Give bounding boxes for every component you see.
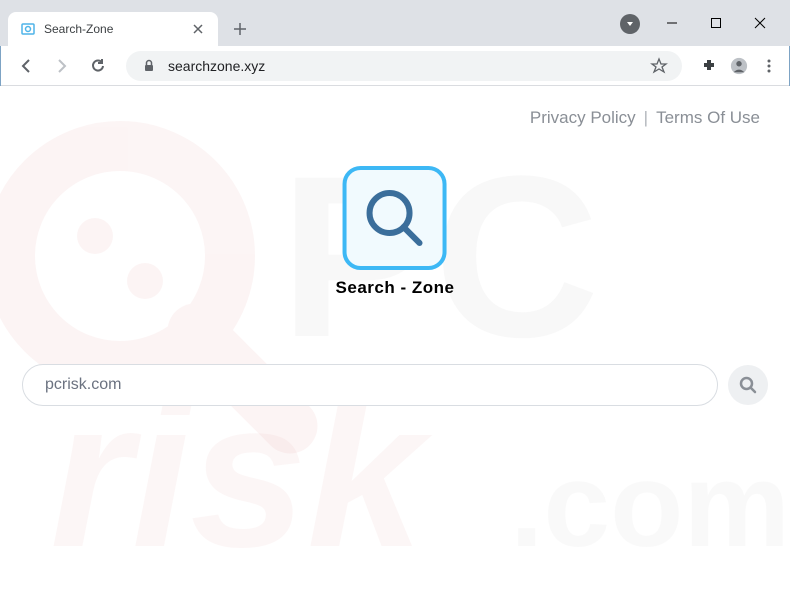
logo-box (343, 166, 447, 270)
privacy-link[interactable]: Privacy Policy (530, 108, 636, 128)
tab-favicon-icon (20, 21, 36, 37)
browser-tab[interactable]: Search-Zone (8, 12, 218, 46)
back-button[interactable] (12, 52, 40, 80)
window-maximize-icon[interactable] (706, 13, 726, 33)
url-text: searchzone.xyz (168, 58, 640, 74)
magnifier-icon (360, 183, 430, 253)
star-icon[interactable] (650, 57, 668, 75)
logo-title: Search - Zone (336, 278, 455, 298)
svg-text:.com: .com (510, 438, 790, 572)
site-logo: Search - Zone (336, 166, 455, 298)
profile-icon[interactable] (730, 57, 748, 75)
address-bar[interactable]: searchzone.xyz (126, 51, 682, 81)
window-titlebar: Search-Zone (0, 0, 790, 46)
link-divider: | (644, 108, 648, 128)
search-input[interactable] (22, 364, 718, 406)
lock-icon (140, 57, 158, 75)
terms-link[interactable]: Terms Of Use (656, 108, 760, 128)
extensions-icon[interactable] (700, 57, 718, 75)
tab-title: Search-Zone (44, 22, 182, 36)
search-icon (738, 375, 758, 395)
window-close-icon[interactable] (750, 13, 770, 33)
page-content: PC risk .com Privacy Policy | Terms Of U… (0, 86, 790, 589)
menu-icon[interactable] (760, 57, 778, 75)
tab-search-icon[interactable] (620, 14, 640, 34)
search-button[interactable] (728, 365, 768, 405)
browser-toolbar: searchzone.xyz (0, 46, 790, 86)
search-bar (22, 364, 768, 406)
watermark-icon: PC risk .com (0, 86, 790, 589)
window-minimize-icon[interactable] (662, 13, 682, 33)
reload-button[interactable] (84, 52, 112, 80)
tab-close-icon[interactable] (190, 21, 206, 37)
header-links: Privacy Policy | Terms Of Use (530, 108, 760, 128)
forward-button[interactable] (48, 52, 76, 80)
new-tab-button[interactable] (226, 15, 254, 43)
